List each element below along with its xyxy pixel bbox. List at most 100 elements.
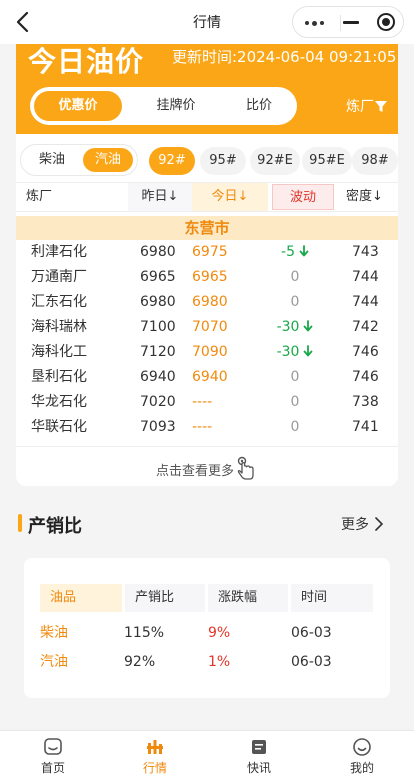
tab-listed-price[interactable]: 挂牌价 [134,91,218,121]
today-price: 7090 [192,344,228,360]
city-group-label: 东营市 [16,216,398,240]
price-table-card: 柴油 汽油 92# 95# 92#E 95#E 98# 炼厂 昨日↓ 今日↓ 波… [16,134,398,486]
change-value: 0 [290,394,300,410]
header-ratio: 产销比 [125,584,205,612]
yesterday-price: 7100 [140,319,176,335]
tab-label: 行情 [142,761,167,775]
today-price: ---- [192,394,213,410]
table-row[interactable]: 海科瑞林 7100 7070 -30 742 [16,315,398,340]
header-change-pct: 涨跌幅 [208,584,288,612]
refinery-name: 海科化工 [31,344,87,360]
grade-98[interactable]: 98# [352,147,398,175]
tab-discount-price[interactable]: 优惠价 [34,91,122,121]
tab-label: 快讯 [246,761,271,775]
density-value: 744 [352,269,379,285]
header-title: 今日油价 [28,45,145,78]
today-price: 7070 [192,319,228,335]
price-change: -30 [264,315,326,340]
tab-profile[interactable]: 我的 [332,737,392,776]
header-yesterday-sort[interactable]: 昨日↓ [128,183,192,211]
change-value: 0 [290,294,300,310]
price-change: -5 [264,240,326,265]
refinery-name: 华龙石化 [31,394,87,410]
see-more-label: 点击查看更多 [155,464,234,479]
table-row: 柴油 115% 9% 06-03 [24,619,390,647]
ratio-value: 92% [124,654,156,670]
time-value: 06-03 [291,625,332,641]
refinery-name: 海科瑞林 [31,319,87,335]
change-value: -30 [276,344,300,360]
table-row: 汽油 92% 1% 06-03 [24,648,390,676]
sales-ratio-title: 产销比 [28,516,82,537]
tab-home[interactable]: 首页 [23,737,83,776]
tab-label: 我的 [349,761,374,775]
top-nav-bar: 行情 [0,0,414,44]
density-value: 744 [352,294,379,310]
refinery-name: 垦利石化 [31,369,87,385]
grade-92[interactable]: 92# [149,147,195,175]
today-price: 6975 [192,244,228,260]
density-value: 742 [352,319,379,335]
ratio-value: 115% [124,625,165,641]
price-change: 0 [264,415,326,440]
table-row[interactable]: 利津石化 6980 6975 -5 743 [16,240,398,265]
table-row[interactable]: 海科化工 7120 7090 -30 746 [16,340,398,365]
header-refinery: 炼厂 [26,189,53,204]
fuel-type-diesel[interactable]: 柴油 [27,148,77,172]
today-price: ---- [192,419,213,435]
more-options-icon[interactable] [305,20,325,26]
table-row[interactable]: 华龙石化 7020 ---- 0 738 [16,390,398,415]
change-value: -5 [281,244,295,260]
refinery-name: 万通南厂 [31,269,87,285]
price-change: 0 [264,390,326,415]
table-row[interactable]: 万通南厂 6965 6965 0 744 [16,265,398,290]
mini-program-capsule [292,6,404,38]
density-value: 743 [352,244,379,260]
sales-ratio-more-link[interactable]: 更多 [341,514,385,534]
divider [16,446,398,447]
header-product: 油品 [40,584,122,612]
header-change: 波动 [272,184,334,210]
time-value: 06-03 [291,654,332,670]
table-row[interactable]: 华联石化 7093 ---- 0 741 [16,415,398,440]
price-type-tabs: 优惠价 挂牌价 比价 [30,87,297,125]
header-today-sort[interactable]: 今日↓ [192,183,268,211]
close-target-icon[interactable] [377,13,395,31]
today-price: 6980 [192,294,228,310]
arrow-down-icon [299,245,309,257]
yesterday-price: 6940 [140,369,176,385]
capsule-divider [340,15,341,31]
table-row[interactable]: 垦利石化 6940 6940 0 746 [16,365,398,390]
grade-95e[interactable]: 95#E [302,147,352,175]
fuel-type-gasoline[interactable]: 汽油 [83,148,133,172]
header-density-sort[interactable]: 密度↓ [346,183,396,211]
tab-price-compare[interactable]: 比价 [226,91,292,121]
tab-news[interactable]: 快讯 [229,737,289,776]
profile-icon [353,738,371,756]
refinery-name: 利津石化 [31,244,87,260]
minimize-icon[interactable] [343,21,359,24]
tab-label: 首页 [40,761,65,775]
change-value: 9% [208,625,231,641]
product-name: 柴油 [40,625,68,641]
bottom-tab-bar: 首页 行情 快讯 我的 [0,730,414,780]
density-value: 738 [352,394,379,410]
grade-92e[interactable]: 92#E [250,147,300,175]
yesterday-price: 6965 [140,269,176,285]
grade-95[interactable]: 95# [200,147,246,175]
see-more-button[interactable]: 点击查看更多 [16,456,398,480]
oil-price-header: 今日油价 更新时间:2024-06-04 09:21:05 优惠价 挂牌价 比价… [16,44,398,134]
yesterday-price: 6980 [140,244,176,260]
product-name: 汽油 [40,654,68,670]
market-icon [147,740,163,754]
refinery-name: 汇东石化 [31,294,87,310]
change-value: 0 [290,369,300,385]
fuel-type-toggle: 柴油 汽油 [20,144,138,176]
table-row[interactable]: 汇东石化 6980 6980 0 744 [16,290,398,315]
price-change: 0 [264,290,326,315]
refinery-filter-button[interactable]: 炼厂 [346,96,387,116]
news-icon [252,740,266,754]
tab-market[interactable]: 行情 [125,737,185,776]
change-value: 1% [208,654,231,670]
today-price: 6965 [192,269,228,285]
